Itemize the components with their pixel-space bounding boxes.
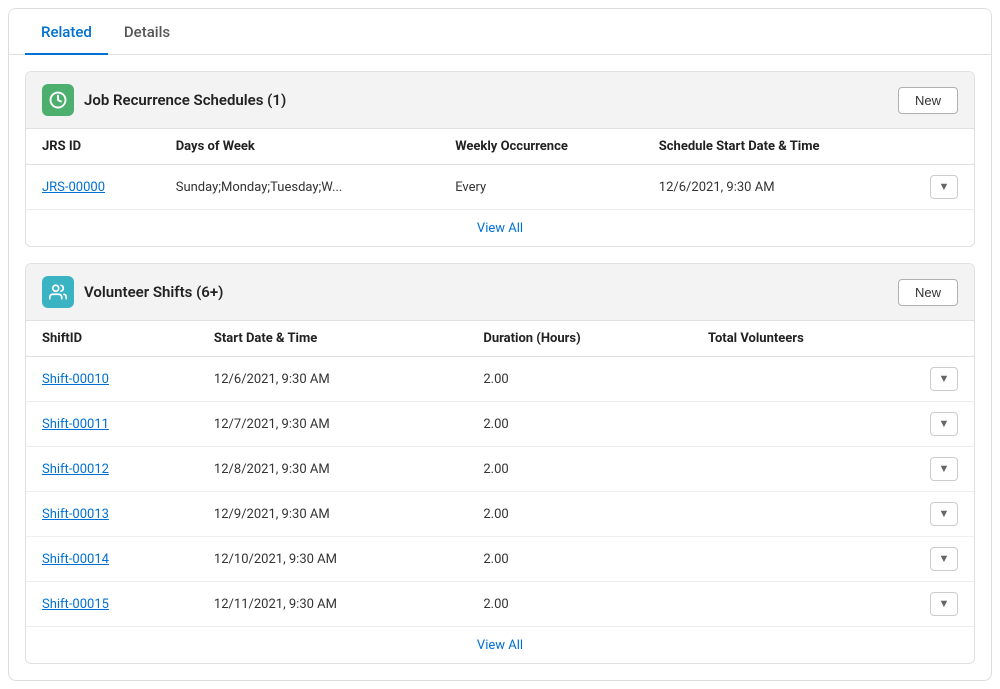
vol-shift-link-4[interactable]: Shift-00014 bbox=[42, 552, 109, 567]
jrs-col-occurrence: Weekly Occurrence bbox=[439, 129, 643, 165]
vol-row1-col1: 12/7/2021, 9:30 AM bbox=[198, 402, 467, 447]
vol-row4-dropdown[interactable]: ▼ bbox=[930, 547, 958, 571]
volunteer-view-all-link[interactable]: View All bbox=[477, 638, 523, 653]
vol-row2-dropdown[interactable]: ▼ bbox=[930, 457, 958, 481]
vol-row1-col0: Shift-00011 bbox=[26, 402, 198, 447]
jrs-row1-action: ▼ bbox=[914, 165, 974, 210]
vol-row0-col0: Shift-00010 bbox=[26, 357, 198, 402]
vol-row4-action: ▼ bbox=[914, 537, 974, 582]
vol-row5-col1: 12/11/2021, 9:30 AM bbox=[198, 582, 467, 627]
vol-col-shiftid: ShiftID bbox=[26, 321, 198, 357]
vol-row3-action: ▼ bbox=[914, 492, 974, 537]
page-container: Related Details Job Recurrence Schedules… bbox=[8, 8, 992, 681]
vol-row0-col2: 2.00 bbox=[467, 357, 692, 402]
volunteer-new-button[interactable]: New bbox=[898, 279, 958, 306]
vol-row5-col2: 2.00 bbox=[467, 582, 692, 627]
vol-row5-action: ▼ bbox=[914, 582, 974, 627]
volunteer-title: Volunteer Shifts (6+) bbox=[84, 283, 223, 301]
vol-row1-action: ▼ bbox=[914, 402, 974, 447]
table-row: Shift-00015 12/11/2021, 9:30 AM2.00 ▼ bbox=[26, 582, 974, 627]
vol-col-duration: Duration (Hours) bbox=[467, 321, 692, 357]
tabs-bar: Related Details bbox=[9, 9, 991, 55]
jrs-row1-days: Sunday;Monday;Tuesday;W... bbox=[160, 165, 439, 210]
table-row: Shift-00011 12/7/2021, 9:30 AM2.00 ▼ bbox=[26, 402, 974, 447]
section-volunteer-header: Volunteer Shifts (6+) New bbox=[26, 264, 974, 321]
section-jrs: Job Recurrence Schedules (1) New JRS ID … bbox=[25, 71, 975, 247]
vol-row1-col2: 2.00 bbox=[467, 402, 692, 447]
table-row: Shift-00013 12/9/2021, 9:30 AM2.00 ▼ bbox=[26, 492, 974, 537]
vol-shift-link-3[interactable]: Shift-00013 bbox=[42, 507, 109, 522]
jrs-view-all-row: View All bbox=[26, 209, 974, 246]
vol-row2-col3 bbox=[692, 447, 914, 492]
vol-row4-col3 bbox=[692, 537, 914, 582]
vol-row4-col2: 2.00 bbox=[467, 537, 692, 582]
vol-shift-link-2[interactable]: Shift-00012 bbox=[42, 462, 109, 477]
table-row: Shift-00014 12/10/2021, 9:30 AM2.00 ▼ bbox=[26, 537, 974, 582]
vol-col-total: Total Volunteers bbox=[692, 321, 914, 357]
vol-shift-link-5[interactable]: Shift-00015 bbox=[42, 597, 109, 612]
vol-row4-col0: Shift-00014 bbox=[26, 537, 198, 582]
jrs-col-start: Schedule Start Date & Time bbox=[643, 129, 914, 165]
vol-row0-dropdown[interactable]: ▼ bbox=[930, 367, 958, 391]
tab-details[interactable]: Details bbox=[108, 9, 186, 55]
vol-row5-col0: Shift-00015 bbox=[26, 582, 198, 627]
section-jrs-header-left: Job Recurrence Schedules (1) bbox=[42, 84, 286, 116]
vol-row5-col3 bbox=[692, 582, 914, 627]
jrs-id-link[interactable]: JRS-00000 bbox=[42, 180, 105, 195]
jrs-icon bbox=[42, 84, 74, 116]
vol-row2-col0: Shift-00012 bbox=[26, 447, 198, 492]
table-row: Shift-00012 12/8/2021, 9:30 AM2.00 ▼ bbox=[26, 447, 974, 492]
volunteer-table-header-row: ShiftID Start Date & Time Duration (Hour… bbox=[26, 321, 974, 357]
jrs-col-action bbox=[914, 129, 974, 165]
jrs-table-header-row: JRS ID Days of Week Weekly Occurrence Sc… bbox=[26, 129, 974, 165]
jrs-view-all-link[interactable]: View All bbox=[477, 221, 523, 236]
section-volunteer: Volunteer Shifts (6+) New ShiftID Start … bbox=[25, 263, 975, 664]
vol-row3-col0: Shift-00013 bbox=[26, 492, 198, 537]
vol-shift-link-0[interactable]: Shift-00010 bbox=[42, 372, 109, 387]
section-jrs-header: Job Recurrence Schedules (1) New bbox=[26, 72, 974, 129]
jrs-row1-dropdown[interactable]: ▼ bbox=[930, 175, 958, 199]
volunteer-table: ShiftID Start Date & Time Duration (Hour… bbox=[26, 321, 974, 626]
jrs-table: JRS ID Days of Week Weekly Occurrence Sc… bbox=[26, 129, 974, 209]
vol-row2-col2: 2.00 bbox=[467, 447, 692, 492]
vol-row0-action: ▼ bbox=[914, 357, 974, 402]
jrs-row1-occurrence: Every bbox=[439, 165, 643, 210]
jrs-row1-start: 12/6/2021, 9:30 AM bbox=[643, 165, 914, 210]
jrs-new-button[interactable]: New bbox=[898, 87, 958, 114]
jrs-col-days: Days of Week bbox=[160, 129, 439, 165]
vol-row3-dropdown[interactable]: ▼ bbox=[930, 502, 958, 526]
table-row: JRS-00000 Sunday;Monday;Tuesday;W... Eve… bbox=[26, 165, 974, 210]
table-row: Shift-00010 12/6/2021, 9:30 AM2.00 ▼ bbox=[26, 357, 974, 402]
vol-row1-col3 bbox=[692, 402, 914, 447]
volunteer-icon bbox=[42, 276, 74, 308]
vol-row0-col3 bbox=[692, 357, 914, 402]
jrs-col-id: JRS ID bbox=[26, 129, 160, 165]
vol-row4-col1: 12/10/2021, 9:30 AM bbox=[198, 537, 467, 582]
tab-related[interactable]: Related bbox=[25, 9, 108, 55]
vol-col-action bbox=[914, 321, 974, 357]
vol-row3-col1: 12/9/2021, 9:30 AM bbox=[198, 492, 467, 537]
vol-row2-action: ▼ bbox=[914, 447, 974, 492]
vol-row2-col1: 12/8/2021, 9:30 AM bbox=[198, 447, 467, 492]
vol-row3-col2: 2.00 bbox=[467, 492, 692, 537]
vol-col-start: Start Date & Time bbox=[198, 321, 467, 357]
vol-shift-link-1[interactable]: Shift-00011 bbox=[42, 417, 109, 432]
jrs-row1-id: JRS-00000 bbox=[26, 165, 160, 210]
vol-row5-dropdown[interactable]: ▼ bbox=[930, 592, 958, 616]
vol-row1-dropdown[interactable]: ▼ bbox=[930, 412, 958, 436]
section-volunteer-header-left: Volunteer Shifts (6+) bbox=[42, 276, 223, 308]
vol-row3-col3 bbox=[692, 492, 914, 537]
volunteer-view-all-row: View All bbox=[26, 626, 974, 663]
jrs-title: Job Recurrence Schedules (1) bbox=[84, 91, 286, 109]
vol-row0-col1: 12/6/2021, 9:30 AM bbox=[198, 357, 467, 402]
